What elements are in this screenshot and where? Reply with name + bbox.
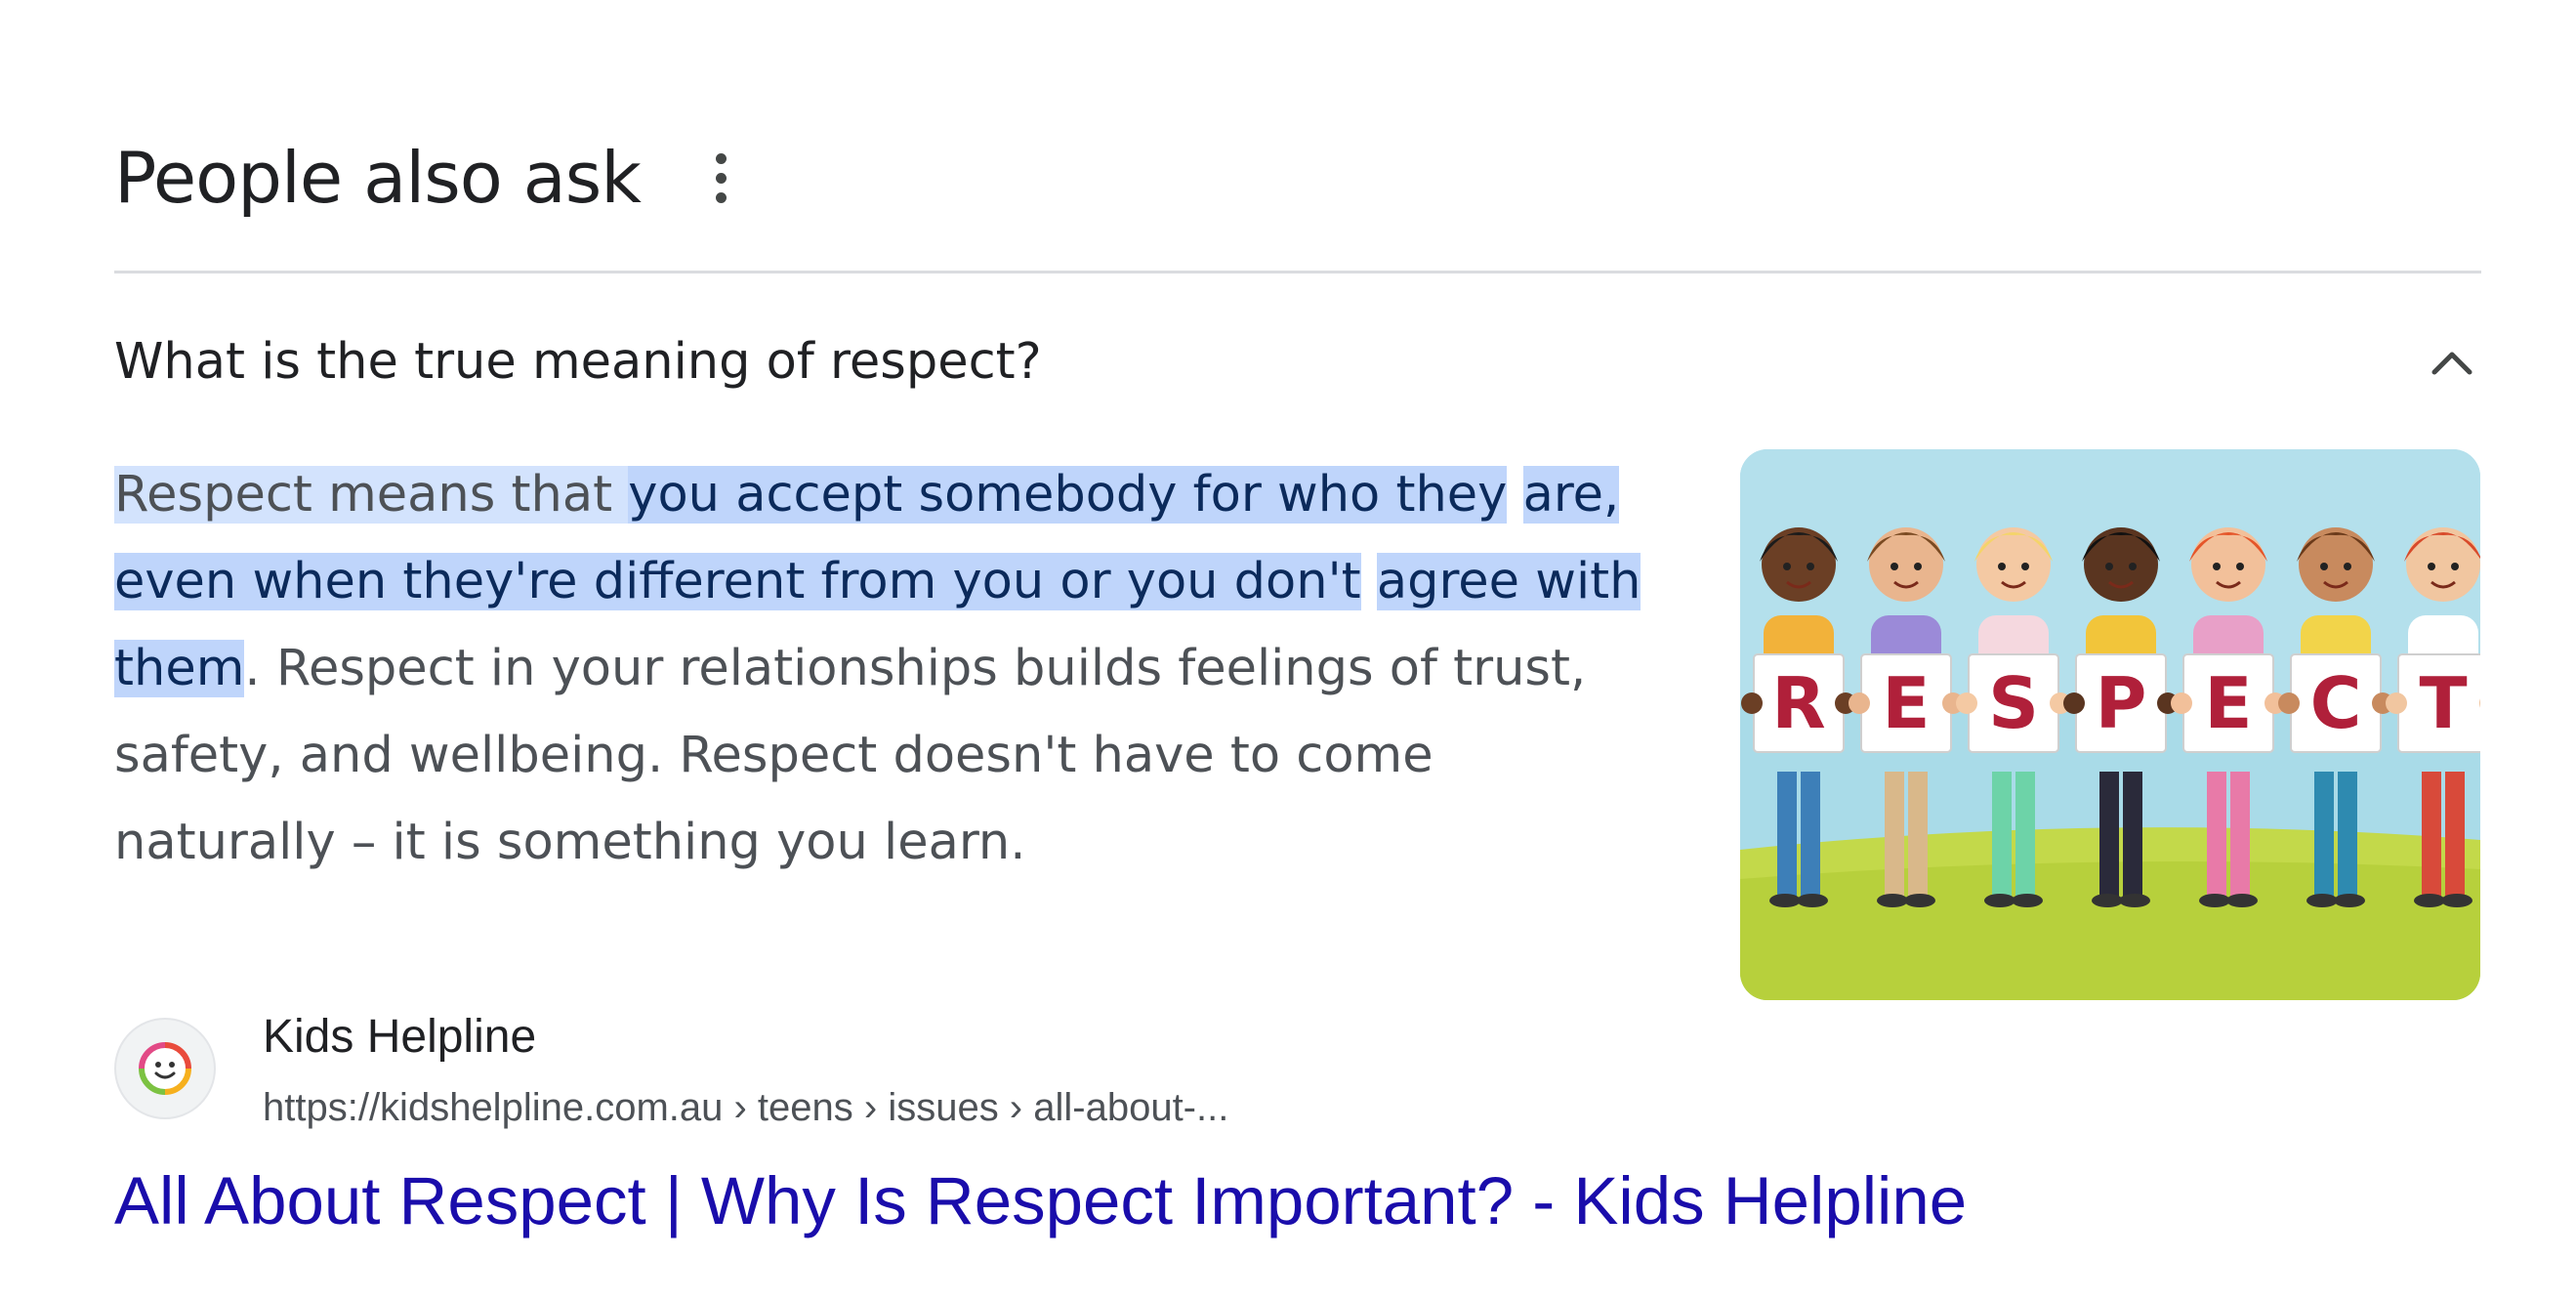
answer-highlight-lead: Respect means that — [114, 466, 629, 524]
respect-illustration[interactable]: RESPECT — [1740, 449, 2480, 1000]
source-url: https://kidshelpline.com.au › teens › is… — [263, 1086, 1229, 1129]
card-letter: E — [2204, 662, 2252, 744]
kids-helpline-logo-icon — [114, 1018, 216, 1119]
people-also-ask-header: People also ask — [114, 137, 740, 219]
more-vert-icon[interactable] — [701, 148, 740, 207]
question-accordion[interactable]: What is the true meaning of respect? — [114, 313, 2481, 410]
card-letter: E — [1882, 662, 1930, 744]
card-letter: R — [1771, 662, 1825, 744]
question-text: What is the true meaning of respect? — [114, 332, 1042, 391]
answer-highlight-line1: you accept somebody for who they — [628, 466, 1508, 524]
answer-snippet: Respect means that you accept somebody f… — [114, 451, 1667, 886]
answer-rest: . Respect in your relationships builds f… — [114, 640, 1587, 871]
card-letter: C — [2310, 662, 2362, 744]
source-block[interactable]: Kids Helpline https://kidshelpline.com.a… — [114, 1006, 1228, 1139]
divider — [114, 271, 2481, 273]
result-title-link[interactable]: All About Respect | Why Is Respect Impor… — [114, 1162, 1967, 1239]
card-letter: P — [2096, 662, 2147, 744]
source-name: Kids Helpline — [263, 1011, 537, 1063]
chevron-up-icon[interactable] — [2423, 332, 2481, 391]
card-letter: T — [2419, 662, 2467, 744]
card-letter: S — [1988, 662, 2039, 744]
section-title: People also ask — [114, 137, 642, 219]
